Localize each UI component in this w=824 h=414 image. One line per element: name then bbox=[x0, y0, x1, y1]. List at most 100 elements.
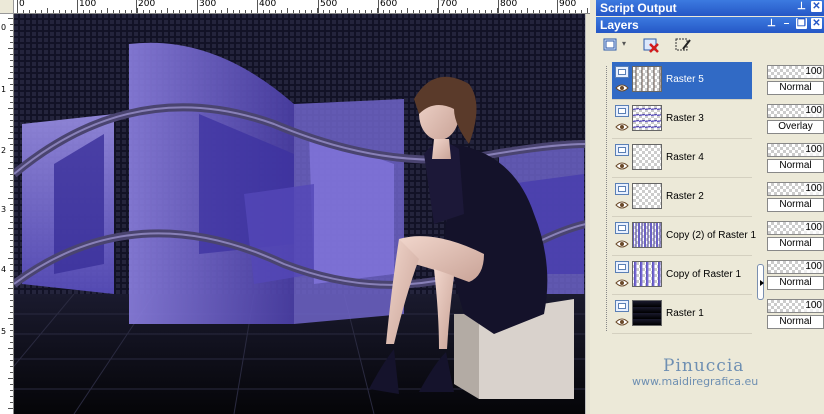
layer-name: Raster 2 bbox=[666, 191, 704, 202]
visibility-icon[interactable] bbox=[615, 105, 629, 117]
ruler-label: 300 bbox=[199, 0, 217, 9]
image-canvas[interactable] bbox=[14, 14, 586, 414]
close-icon[interactable]: ✕ bbox=[811, 18, 822, 29]
pin-icon[interactable]: ⊥ bbox=[766, 18, 777, 29]
vertical-ruler: 0 1 2 3 4 5 bbox=[0, 14, 14, 414]
layer-thumbnail bbox=[632, 66, 662, 92]
layer-opacity-blend: 100 Normal bbox=[766, 61, 824, 99]
layer-row[interactable]: Copy (2) of Raster 1 bbox=[612, 218, 756, 256]
layer-row[interactable]: Raster 5 bbox=[612, 62, 752, 100]
watermark-name: Pinuccia bbox=[663, 356, 745, 376]
layer-name: Raster 4 bbox=[666, 152, 704, 163]
opacity-slider[interactable]: 100 bbox=[767, 143, 824, 157]
visibility-icon[interactable] bbox=[615, 300, 629, 312]
blend-mode-select[interactable]: Normal bbox=[767, 159, 824, 173]
new-layer-dropdown-icon[interactable]: ▾ bbox=[622, 39, 626, 48]
ruler-label: 3 bbox=[1, 205, 7, 214]
horizontal-ruler: 0 100 200 300 400 500 600 700 800 900 bbox=[14, 0, 590, 14]
eye-icon[interactable] bbox=[615, 318, 629, 326]
expand-arrow-icon[interactable] bbox=[760, 280, 764, 286]
layers-title: Layers bbox=[600, 18, 639, 32]
opacity-slider[interactable]: 100 bbox=[767, 299, 824, 313]
eye-icon[interactable] bbox=[615, 201, 629, 209]
ruler-label: 0 bbox=[19, 0, 25, 9]
close-icon[interactable]: ✕ bbox=[811, 1, 822, 12]
eye-icon[interactable] bbox=[615, 162, 629, 170]
canvas-artwork bbox=[14, 14, 586, 414]
layer-name: Copy (2) of Raster 1 bbox=[666, 230, 757, 241]
opacity-value: 100 bbox=[804, 261, 823, 273]
opacity-slider[interactable]: 100 bbox=[767, 182, 824, 196]
layer-name: Copy of Raster 1 bbox=[666, 269, 742, 280]
layers-titlebar[interactable]: Layers ⊥ – ❐ ✕ bbox=[596, 17, 824, 33]
layer-opacity-blend: 100 Overlay bbox=[766, 100, 824, 138]
delete-layer-icon[interactable] bbox=[642, 36, 660, 54]
blend-mode-select[interactable]: Normal bbox=[767, 276, 824, 290]
opacity-slider[interactable]: 100 bbox=[767, 65, 824, 79]
layer-thumbnail bbox=[632, 105, 662, 131]
opacity-value: 100 bbox=[804, 300, 823, 312]
opacity-value: 100 bbox=[804, 183, 823, 195]
minimize-icon[interactable]: – bbox=[781, 18, 792, 29]
layer-row[interactable]: Raster 1 bbox=[612, 296, 752, 334]
layer-name: Raster 1 bbox=[666, 308, 704, 319]
layer-thumbnail bbox=[632, 144, 662, 170]
opacity-value: 100 bbox=[804, 144, 823, 156]
ruler-label: 400 bbox=[259, 0, 277, 9]
layer-opacity-blend: 100 Normal bbox=[766, 217, 824, 255]
blend-mode-select[interactable]: Normal bbox=[767, 198, 824, 212]
ruler-label: 900 bbox=[559, 0, 577, 9]
eye-icon[interactable] bbox=[615, 279, 629, 287]
script-output-title: Script Output bbox=[600, 1, 677, 15]
ruler-label: 5 bbox=[1, 327, 7, 336]
layer-properties-icon[interactable] bbox=[674, 36, 692, 54]
ruler-label: 1 bbox=[1, 85, 7, 94]
layers-splitter[interactable] bbox=[756, 58, 766, 414]
layer-row[interactable]: Raster 3 bbox=[612, 101, 752, 139]
layer-tree-connector bbox=[606, 66, 608, 331]
ruler-label: 700 bbox=[440, 0, 458, 9]
ruler-label: 500 bbox=[320, 0, 338, 9]
ruler-label: 4 bbox=[1, 265, 7, 274]
opacity-value: 100 bbox=[804, 222, 823, 234]
layer-opacity-blend: 100 Normal bbox=[766, 295, 824, 333]
visibility-icon[interactable] bbox=[615, 183, 629, 195]
blend-mode-select[interactable]: Normal bbox=[767, 237, 824, 251]
eye-icon[interactable] bbox=[615, 123, 629, 131]
opacity-value: 100 bbox=[804, 66, 823, 78]
panel-divider bbox=[590, 0, 596, 414]
layer-opacity-blend: 100 Normal bbox=[766, 178, 824, 216]
layer-name: Raster 5 bbox=[666, 74, 704, 85]
restore-icon[interactable]: ❐ bbox=[796, 18, 807, 29]
script-output-titlebar[interactable]: Script Output ⊥ ✕ bbox=[596, 0, 824, 16]
blend-mode-select[interactable]: Normal bbox=[767, 315, 824, 329]
ruler-label: 2 bbox=[1, 146, 7, 155]
layer-thumbnail bbox=[632, 183, 662, 209]
layer-name: Raster 3 bbox=[666, 113, 704, 124]
visibility-icon[interactable] bbox=[615, 66, 629, 78]
opacity-slider[interactable]: 100 bbox=[767, 260, 824, 274]
opacity-slider[interactable]: 100 bbox=[767, 221, 824, 235]
ruler-label: 200 bbox=[138, 0, 156, 9]
layer-opacity-blend: 100 Normal bbox=[766, 256, 824, 294]
ruler-corner bbox=[0, 0, 14, 14]
eye-icon[interactable] bbox=[615, 84, 629, 92]
new-layer-icon[interactable] bbox=[602, 36, 620, 54]
layer-row[interactable]: Raster 2 bbox=[612, 179, 752, 217]
blend-mode-select[interactable]: Normal bbox=[767, 81, 824, 95]
layer-row[interactable]: Copy of Raster 1 bbox=[612, 257, 752, 295]
layer-thumbnail bbox=[632, 261, 662, 287]
opacity-slider[interactable]: 100 bbox=[767, 104, 824, 118]
watermark-url: www.maidiregrafica.eu bbox=[632, 375, 759, 388]
visibility-icon[interactable] bbox=[615, 144, 629, 156]
visibility-icon[interactable] bbox=[615, 261, 629, 273]
eye-icon[interactable] bbox=[615, 240, 629, 248]
pin-icon[interactable]: ⊥ bbox=[796, 1, 807, 12]
blend-mode-select[interactable]: Overlay bbox=[767, 120, 824, 134]
ruler-label: 100 bbox=[79, 0, 97, 9]
layer-row[interactable]: Raster 4 bbox=[612, 140, 752, 178]
ruler-label: 600 bbox=[380, 0, 398, 9]
layer-opacity-blend: 100 Normal bbox=[766, 139, 824, 177]
ruler-label: 0 bbox=[1, 23, 7, 32]
visibility-icon[interactable] bbox=[615, 222, 629, 234]
